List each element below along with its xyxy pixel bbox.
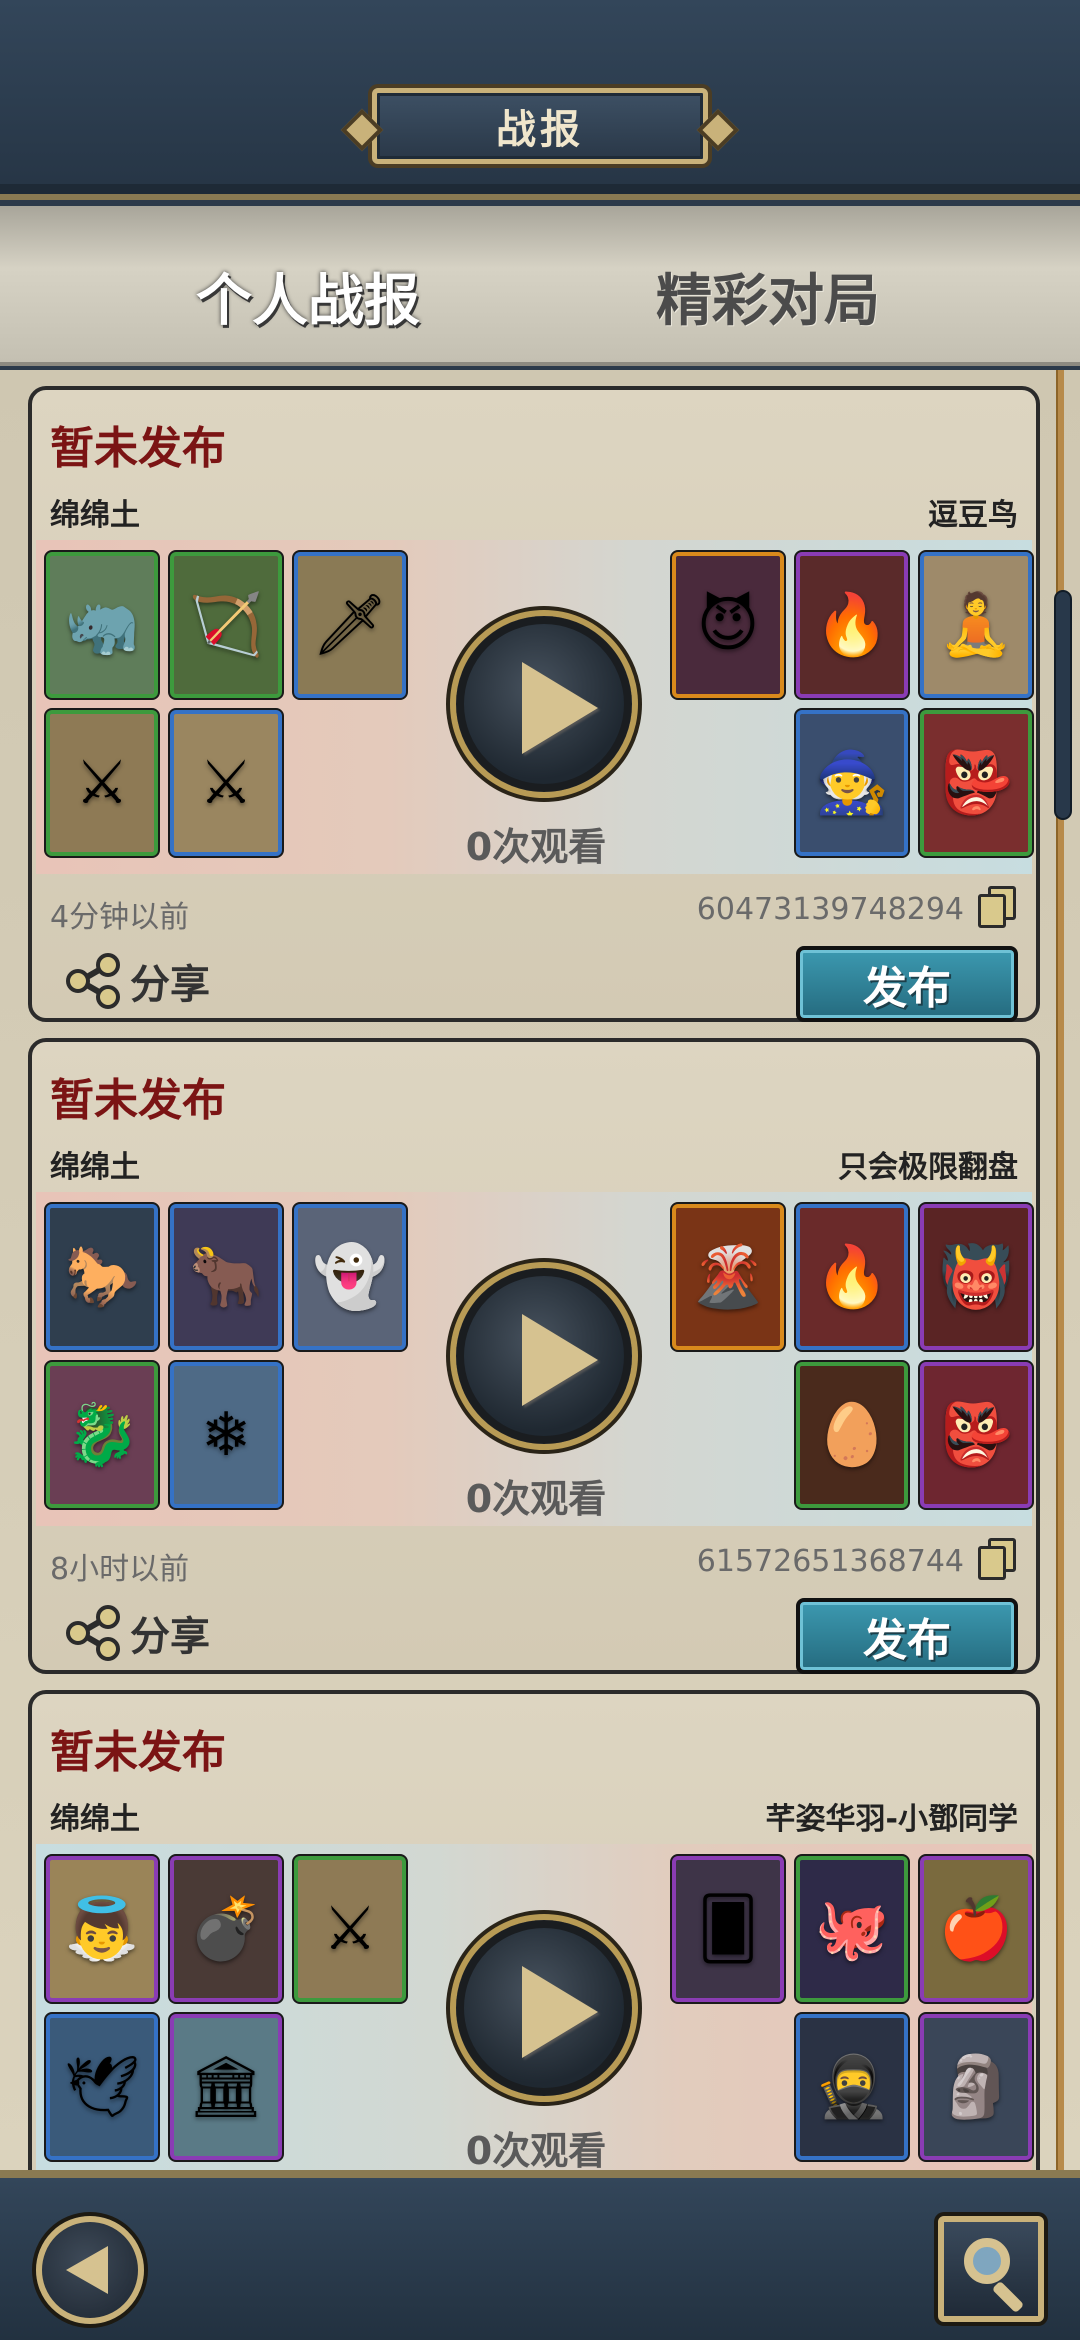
- player-right-name: 只会极限翻盘: [838, 1150, 1018, 1185]
- copy-icon[interactable]: [978, 886, 1018, 930]
- report-card: 暂未发布 绵绵土 芊姿华羽-小鄧同学 👼 💣 ⚔ 🕊 🏛 0次观看 🂠 🐙 🍎 …: [28, 1690, 1040, 2170]
- sword-warrior-icon[interactable]: ⚔: [294, 1856, 406, 2002]
- publish-button[interactable]: 发布: [796, 946, 1018, 1022]
- team-lineups: 🦏 🏹 🗡 ⚔ ⚔ 0次观看 😈 🔥 🧘 🧙 👺: [36, 540, 1032, 874]
- copy-icon[interactable]: [978, 1538, 1018, 1582]
- report-card: 暂未发布 绵绵土 逗豆鸟 🦏 🏹 🗡 ⚔ ⚔ 0次观看 😈 🔥 🧘 🧙 👺 4分…: [28, 386, 1040, 1022]
- share-icon: [66, 1605, 120, 1661]
- spear-warrior-icon[interactable]: 🗡: [294, 552, 406, 698]
- back-arrow-icon: [66, 2246, 108, 2294]
- title-plate: 战报: [372, 88, 708, 164]
- share-button[interactable]: 分享: [64, 952, 210, 1010]
- demon-queen-icon[interactable]: 😈: [672, 552, 784, 698]
- share-icon: [66, 953, 120, 1009]
- publish-status: 暂未发布: [50, 423, 226, 474]
- replay-id: 60473139748294: [696, 892, 964, 927]
- top-bar: 战报: [0, 0, 1080, 200]
- horned-beast-icon[interactable]: 🐂: [170, 1204, 282, 1350]
- player-left-name: 绵绵土: [50, 498, 140, 533]
- fire-mage-icon[interactable]: 🔥: [796, 1204, 908, 1350]
- play-icon: [522, 662, 598, 754]
- obelisk-icon[interactable]: 🗿: [920, 2014, 1032, 2160]
- shadow-beast-icon[interactable]: 🐙: [796, 1856, 908, 2002]
- lava-golem-icon[interactable]: 🌋: [672, 1204, 784, 1350]
- dark-wizard-icon[interactable]: 🧙: [796, 710, 908, 856]
- player-left-name: 绵绵土: [50, 1802, 140, 1837]
- frost-spirit-icon[interactable]: 👻: [294, 1204, 406, 1350]
- report-list[interactable]: 暂未发布 绵绵土 逗豆鸟 🦏 🏹 🗡 ⚔ ⚔ 0次观看 😈 🔥 🧘 🧙 👺 4分…: [0, 370, 1080, 2170]
- share-label: 分享: [130, 962, 210, 1008]
- spectral-horse-icon[interactable]: 🐎: [46, 1204, 158, 1350]
- fire-egg-icon[interactable]: 🥚: [796, 1362, 908, 1508]
- hooded-thief-icon[interactable]: 🥷: [796, 2014, 908, 2160]
- publish-button[interactable]: 发布: [796, 1598, 1018, 1674]
- publish-status: 暂未发布: [50, 1075, 226, 1126]
- flame-ogre-icon[interactable]: 👹: [920, 1204, 1032, 1350]
- golden-apple-icon[interactable]: 🍎: [920, 1856, 1032, 2002]
- search-icon: [964, 2238, 1010, 2284]
- replay-id: 61572651368744: [696, 1544, 964, 1579]
- player-right-name: 逗豆鸟: [928, 498, 1018, 533]
- rhino-beast-icon[interactable]: 🦏: [46, 552, 158, 698]
- fire-demon-icon[interactable]: 🔥: [796, 552, 908, 698]
- centaur-archer-icon[interactable]: 🏹: [170, 552, 282, 698]
- share-button[interactable]: 分享: [64, 1604, 210, 1662]
- search-button[interactable]: [938, 2216, 1044, 2322]
- report-time: 8小时以前: [50, 1552, 190, 1587]
- play-icon: [522, 1966, 598, 2058]
- report-time: 4分钟以前: [50, 900, 190, 935]
- page-title: 战报: [496, 107, 584, 153]
- bottom-bar: [0, 2170, 1080, 2340]
- play-replay-button[interactable]: [456, 616, 632, 792]
- monk-sage-icon[interactable]: 🧘: [920, 552, 1032, 698]
- scrollbar-thumb[interactable]: [1054, 590, 1072, 820]
- imp-miner-icon[interactable]: 👺: [920, 710, 1032, 856]
- publish-status: 暂未发布: [50, 1727, 226, 1778]
- report-card: 暂未发布 绵绵土 只会极限翻盘 🐎 🐂 👻 🐉 ❄ 0次观看 🌋 🔥 👹 🥚 👺…: [28, 1038, 1040, 1674]
- team-lineups: 🐎 🐂 👻 🐉 ❄ 0次观看 🌋 🔥 👹 🥚 👺: [36, 1192, 1032, 1526]
- tab-bar: 个人战报 精彩对局: [0, 206, 1080, 366]
- play-replay-button[interactable]: [456, 1920, 632, 2096]
- winged-angel-icon[interactable]: 👼: [46, 1856, 158, 2002]
- player-right-name: 芊姿华羽-小鄧同学: [765, 1802, 1018, 1837]
- tab-highlight-matches[interactable]: 精彩对局: [656, 256, 880, 337]
- player-left-name: 绵绵土: [50, 1150, 140, 1185]
- imp-icon[interactable]: 👺: [920, 1362, 1032, 1508]
- team-lineups: 👼 💣 ⚔ 🕊 🏛 0次观看 🂠 🐙 🍎 🥷 🗿: [36, 1844, 1032, 2170]
- tab-personal-reports[interactable]: 个人战报: [196, 256, 420, 337]
- play-replay-button[interactable]: [456, 1268, 632, 1444]
- tarot-card-icon[interactable]: 🂠: [672, 1856, 784, 2002]
- cannon-icon[interactable]: 💣: [170, 1856, 282, 2002]
- share-label: 分享: [130, 1614, 210, 1660]
- play-icon: [522, 1314, 598, 1406]
- back-button[interactable]: [36, 2216, 144, 2324]
